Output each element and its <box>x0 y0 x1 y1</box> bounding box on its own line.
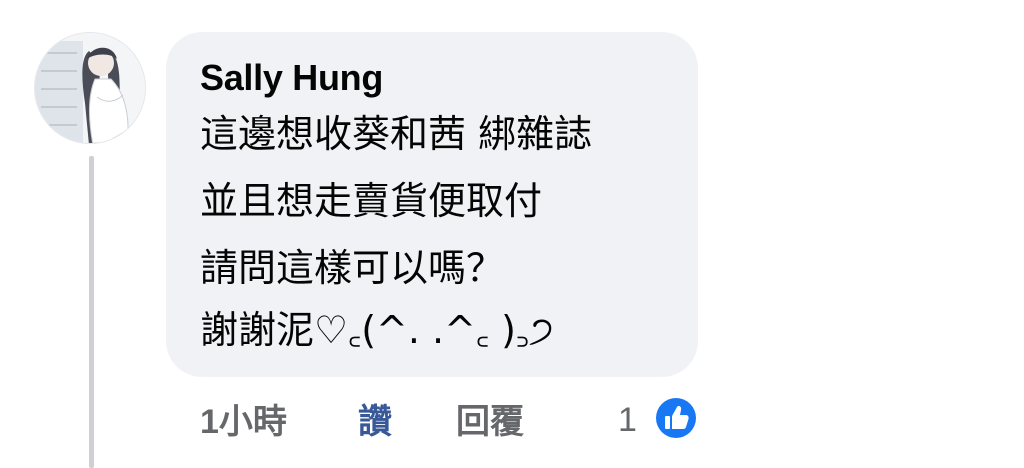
comment-text-line: 這邊想收葵和茜 綁雜誌 <box>200 112 593 156</box>
like-thumb-icon[interactable] <box>652 394 700 442</box>
reaction-count[interactable]: 1 <box>618 398 637 442</box>
thread-line <box>89 156 94 468</box>
avatar[interactable] <box>34 32 146 144</box>
comment-text-line: 並且想走賣貨便取付 <box>200 179 543 223</box>
like-button[interactable]: 讚 <box>358 400 392 444</box>
comment-timestamp[interactable]: 1小時 <box>200 400 287 444</box>
comment-text-line: 請問這樣可以嗎？ <box>200 246 505 290</box>
reply-button[interactable]: 回覆 <box>456 400 524 444</box>
comment-author[interactable]: Sally Hung <box>200 56 383 100</box>
avatar-illustration-icon <box>35 33 145 143</box>
comment-text-line: 謝謝泥♡꜀(^. .^꜀ )꜆੭ <box>200 308 554 352</box>
